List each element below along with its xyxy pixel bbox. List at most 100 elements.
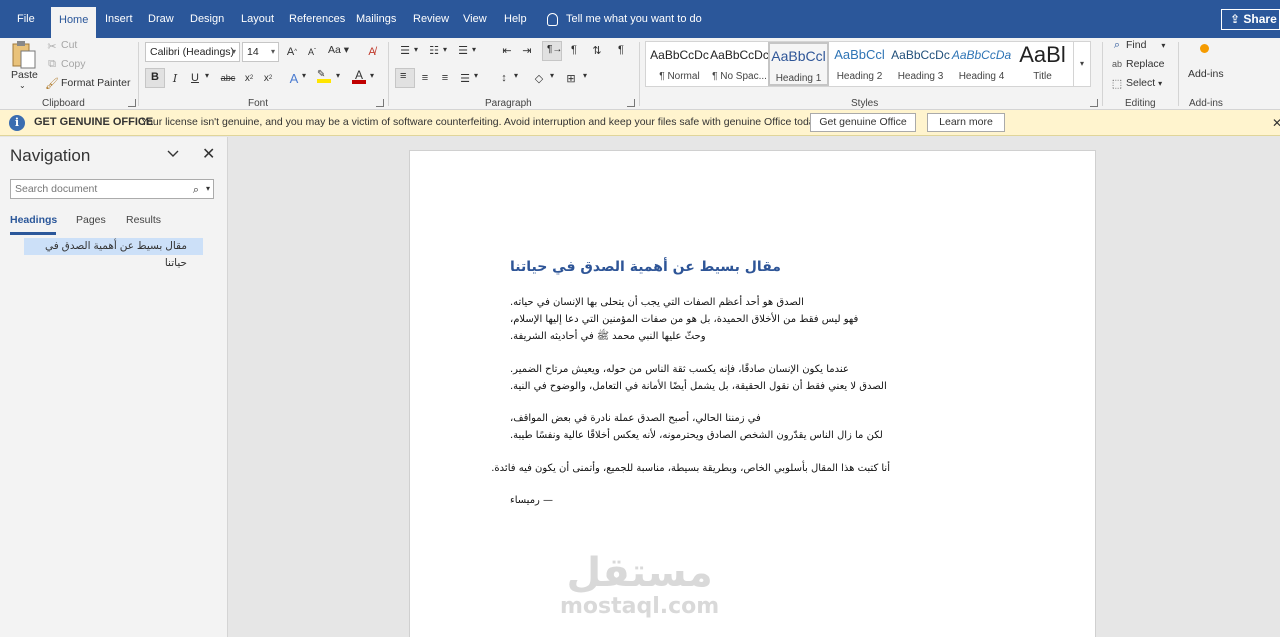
styles-more-button[interactable]: ▾ [1073,42,1090,86]
tab-view[interactable]: View [455,6,495,32]
style-heading-1[interactable]: AaBbCcl Heading 1 [768,42,829,86]
tab-home[interactable]: Home [51,7,97,38]
sort-icon[interactable]: ⇅ [588,41,606,59]
show-marks-icon[interactable]: ¶ [612,41,630,59]
separator [639,42,640,106]
highlighter-icon[interactable]: ✎ [315,68,333,86]
align-left-button[interactable]: ≡ [395,68,415,88]
style-heading-4[interactable]: AaBbCcDa Heading 4 [951,42,1012,86]
align-center-icon[interactable]: ≡ [416,69,434,87]
decrease-indent-icon[interactable]: ⇤ [498,41,516,59]
close-icon[interactable]: ✕ [202,144,215,164]
shrink-font-icon[interactable]: Aˇ [303,43,321,61]
tab-file[interactable]: File [9,6,43,32]
paragraph-launcher[interactable] [627,99,635,107]
chevron-down-icon[interactable]: ▾ [443,45,447,54]
grow-font-icon[interactable]: A ^ [283,43,301,61]
chevron-down-icon[interactable]: ▾ [514,71,518,80]
chevron-down-icon: ▾ [1161,41,1166,50]
clipboard-launcher[interactable] [128,99,136,107]
justify-icon[interactable]: ☰ [456,69,474,87]
tab-pages[interactable]: Pages [76,214,106,226]
bullets-icon[interactable]: ☰ [396,41,414,59]
font-family-select[interactable]: Calibri (Headings) ▾ [145,42,240,62]
chevron-down-icon[interactable]: ▾ [370,71,374,80]
add-ins-button[interactable]: Add-ins [1184,42,1226,86]
line-spacing-icon[interactable]: ↕ [495,69,513,87]
chevron-down-icon[interactable]: ▾ [474,71,478,80]
paragraph-1: الصدق هو أحد أعظم الصفات التي يجب أن يتح… [510,294,890,345]
style-title[interactable]: AaBl Title [1012,42,1073,86]
chevron-down-icon[interactable]: ▾ [550,71,554,80]
strikethrough-icon[interactable]: abc [219,69,237,87]
tab-references[interactable]: References [281,6,353,32]
close-icon[interactable]: ✕ [1272,116,1280,130]
borders-icon[interactable]: ⊞ [562,69,580,87]
tell-me-search[interactable]: Tell me what you want to do [547,6,702,32]
rtl-direction-icon[interactable]: ¶ [565,41,583,59]
separator [388,42,389,106]
style-normal[interactable]: AaBbCcDc ¶ Normal [649,42,710,86]
search-icon: ⌕ [192,184,199,196]
mostaql-watermark: مستقل mostaql.com [560,550,720,619]
tab-draw[interactable]: Draw [140,6,182,32]
chevron-down-icon[interactable] [166,147,180,161]
copy-button[interactable]: Copy [61,58,86,70]
ltr-direction-button[interactable]: ¶→ [542,41,562,61]
chevron-down-icon[interactable]: ▾ [205,71,209,80]
chevron-down-icon[interactable]: ▾ [336,71,340,80]
format-painter-button[interactable]: Format Painter [61,77,130,89]
bold-button[interactable]: B [145,68,165,88]
search-document-input[interactable]: Search document ⌕ ▾ [10,179,214,199]
tab-design[interactable]: Design [182,6,232,32]
style-heading-2[interactable]: AaBbCcl Heading 2 [829,42,890,86]
change-case-button[interactable]: Aa ▾ [328,44,349,56]
tab-review[interactable]: Review [405,6,457,32]
cut-button[interactable]: Cut [61,39,77,51]
superscript-icon[interactable]: x2 [259,69,277,87]
align-right-icon[interactable]: ≡ [436,69,454,87]
shading-icon[interactable]: ◇ [530,69,548,87]
replace-button[interactable]: Replace [1126,58,1165,70]
numbering-icon[interactable]: ☷ [425,41,443,59]
chevron-down-icon: ▾ [270,47,275,56]
italic-icon[interactable]: I [166,69,184,87]
subscript-icon[interactable]: x2 [240,69,258,87]
chevron-down-icon[interactable]: ▾ [583,71,587,80]
paragraph-4: أنا كتبت هذا المقال بأسلوبي الخاص، وبطري… [491,460,890,477]
clear-formatting-icon[interactable]: A̸ [363,43,381,61]
tab-help[interactable]: Help [496,6,535,32]
tab-layout[interactable]: Layout [233,6,282,32]
tab-headings[interactable]: Headings [10,214,57,226]
multilevel-list-icon[interactable]: ☰ [454,41,472,59]
chevron-down-icon[interactable]: ▾ [472,45,476,54]
styles-launcher[interactable] [1090,99,1098,107]
learn-more-button[interactable]: Learn more [927,113,1005,132]
find-button[interactable]: Find ▾ [1126,39,1165,51]
document-page[interactable]: مقال بسيط عن أهمية الصدق في حياتنا الصدق… [409,150,1096,637]
font-color-icon[interactable]: A [350,68,368,86]
styles-group-label: Styles [851,98,879,109]
align-left-icon: ≡ [400,70,407,82]
select-button[interactable]: Select ▾ [1126,77,1162,89]
underline-icon[interactable]: U [186,69,204,87]
style-heading-3[interactable]: AaBbCcDc Heading 3 [890,42,951,86]
chevron-down-icon[interactable]: ▾ [414,45,418,54]
style-no-spacing[interactable]: AaBbCcDc ¶ No Spac... [709,42,770,86]
get-genuine-office-button[interactable]: Get genuine Office [810,113,916,132]
text-effects-icon[interactable]: A [285,69,303,87]
paste-button[interactable]: Paste ⌄ [8,40,40,92]
share-button[interactable]: ⇪ Share [1221,9,1280,30]
font-launcher[interactable] [376,99,384,107]
tab-mailings[interactable]: Mailings [348,6,404,32]
tab-insert[interactable]: Insert [97,6,141,32]
nav-heading-item[interactable]: مقال بسيط عن أهمية الصدق في حياتنا [24,238,203,269]
font-size-select[interactable]: 14 ▾ [242,42,279,62]
tab-results[interactable]: Results [126,214,161,226]
chevron-down-icon[interactable]: ▾ [302,71,306,80]
separator [1102,42,1103,106]
menu-bar: File Home Insert Draw Design Layout Refe… [0,0,1280,38]
select-icon: ⬚ [1111,77,1123,90]
paragraph-2: عندما يكون الإنسان صادقًا، فإنه يكسب ثقة… [510,361,890,395]
increase-indent-icon[interactable]: ⇥ [518,41,536,59]
